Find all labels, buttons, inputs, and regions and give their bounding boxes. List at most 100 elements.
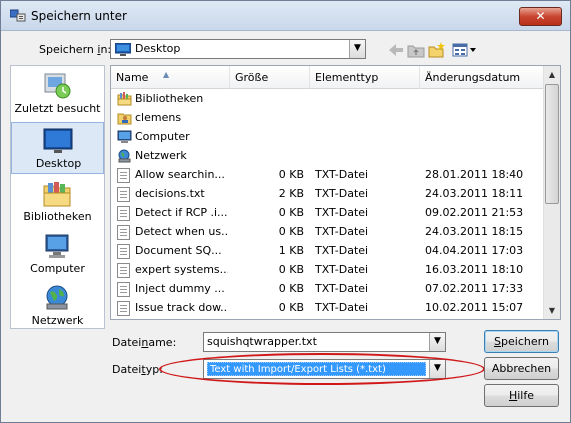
annotation-ellipse — [159, 353, 485, 385]
file-size: 2 KB — [278, 187, 304, 200]
file-name: Inject dummy ... — [135, 282, 225, 295]
file-name: Allow searchin... — [135, 168, 225, 181]
network-icon — [117, 149, 132, 163]
text-file-icon — [117, 206, 130, 221]
file-size: 0 KB — [278, 206, 304, 219]
list-item[interactable]: Computer — [111, 128, 544, 147]
filename-value[interactable]: squishqtwrapper.txt — [207, 335, 317, 348]
save-as-dialog: Speichern unter ✕ Speichern in: Desktop … — [0, 0, 571, 423]
text-file-icon — [117, 263, 130, 278]
file-type: TXT-Datei — [315, 225, 369, 238]
file-type: TXT-Datei — [315, 282, 369, 295]
file-name: Computer — [135, 130, 190, 143]
save-in-value: Desktop — [135, 42, 181, 55]
file-date: 07.02.2011 17:33 — [425, 282, 524, 295]
file-date: 24.03.2011 18:15 — [425, 225, 524, 238]
window-title: Speichern unter — [31, 9, 127, 23]
place-label: Desktop — [35, 157, 82, 170]
file-date: 24.03.2011 18:11 — [425, 187, 524, 200]
list-item[interactable]: clemens — [111, 109, 544, 128]
place-recent[interactable]: Zuletzt besucht — [11, 68, 104, 120]
list-item[interactable]: decisions.txt 2 KB TXT-Datei 24.03.2011 18:… — [111, 185, 544, 204]
network-icon — [46, 285, 68, 310]
desktop-icon — [115, 43, 131, 56]
list-item[interactable]: Netzwerk — [111, 147, 544, 166]
list-item[interactable]: Inject dummy ... 0 KB TXT-Datei 07.02.2011 … — [111, 280, 544, 299]
column-header-name[interactable]: ▲ Name — [111, 66, 230, 89]
list-item[interactable]: Issue track dow... 0 KB TXT-Datei 10.02.201… — [111, 299, 544, 318]
file-date: 09.02.2011 21:53 — [425, 206, 524, 219]
column-header-type[interactable]: Elementtyp — [310, 66, 420, 89]
save-button[interactable]: Speichern — [484, 330, 559, 353]
view-menu-icon[interactable] — [452, 42, 478, 58]
file-name: clemens — [135, 111, 182, 124]
file-name: Detect when us... — [135, 225, 228, 238]
filename-input[interactable]: squishqtwrapper.txt ▼ — [203, 332, 446, 352]
save-in-label: Speichern in: — [39, 43, 112, 56]
list-item[interactable]: Detect if RCP .i... 0 KB TXT-Datei 09.02.20… — [111, 204, 544, 223]
file-type: TXT-Datei — [315, 244, 369, 257]
places-bar: Zuletzt besucht Desktop Bibliotheken Com… — [10, 65, 105, 329]
place-libraries[interactable]: Bibliotheken — [11, 176, 104, 228]
file-type: TXT-Datei — [315, 168, 369, 181]
scroll-thumb[interactable] — [545, 84, 559, 204]
save-dialog-icon — [10, 9, 26, 22]
file-list-header: ▲ Name Größe Elementtyp Änderungsdatum — [111, 66, 544, 89]
scroll-up-icon[interactable]: ▲ — [544, 66, 560, 83]
list-item[interactable]: Document SQ... 1 KB TXT-Datei 04.04.2011 17… — [111, 242, 544, 261]
file-type: TXT-Datei — [315, 187, 369, 200]
file-name: expert systems... — [135, 263, 228, 276]
up-folder-icon[interactable] — [407, 42, 425, 58]
column-header-size[interactable]: Größe — [230, 66, 310, 89]
text-file-icon — [117, 244, 130, 259]
column-header-date[interactable]: Änderungsdatum — [420, 66, 544, 89]
list-item[interactable]: Detect when us... 0 KB TXT-Datei 24.03.2011… — [111, 223, 544, 242]
list-item[interactable]: expert systems... 0 KB TXT-Datei 16.03.2011… — [111, 261, 544, 280]
text-file-icon — [117, 168, 130, 183]
place-label: Computer — [30, 262, 85, 275]
place-computer[interactable]: Computer — [11, 228, 104, 280]
save-in-dropdown[interactable]: Desktop ▼ — [110, 39, 366, 59]
list-item[interactable]: Bibliotheken — [111, 90, 544, 109]
file-date: 04.04.2011 17:03 — [425, 244, 524, 257]
file-name: Issue track dow... — [135, 301, 228, 314]
file-list[interactable]: ▲ Name Größe Elementtyp Änderungsdatum B… — [110, 65, 561, 320]
text-file-icon — [117, 187, 130, 202]
file-size: 0 KB — [278, 168, 304, 181]
vertical-scrollbar[interactable]: ▲ ▼ — [543, 66, 560, 319]
place-network[interactable]: Netzwerk — [11, 280, 104, 332]
scroll-down-icon[interactable]: ▼ — [544, 302, 560, 319]
text-file-icon — [117, 225, 130, 240]
file-date: 10.02.2011 15:07 — [425, 301, 524, 314]
file-size: 0 KB — [278, 301, 304, 314]
file-name: Detect if RCP .i... — [135, 206, 228, 219]
filetype-label: Dateityp: — [112, 363, 163, 376]
chevron-down-icon[interactable]: ▼ — [349, 40, 365, 58]
file-size: 0 KB — [278, 282, 304, 295]
file-name: Netzwerk — [135, 149, 187, 162]
computer-icon — [117, 130, 132, 144]
sort-ascending-icon: ▲ — [163, 70, 170, 79]
close-button[interactable]: ✕ — [519, 7, 562, 26]
place-label: Netzwerk — [31, 314, 84, 327]
file-type: TXT-Datei — [315, 301, 369, 314]
back-icon[interactable] — [387, 42, 405, 58]
chevron-down-icon[interactable]: ▼ — [429, 333, 445, 351]
place-label: Bibliotheken — [23, 210, 92, 223]
text-file-icon — [117, 282, 130, 297]
help-button[interactable]: Hilfe — [484, 384, 559, 407]
file-name: decisions.txt — [135, 187, 205, 200]
file-type: TXT-Datei — [315, 206, 369, 219]
file-size: 1 KB — [278, 244, 304, 257]
list-item[interactable]: Allow searchin... 0 KB TXT-Datei 28.01.2011… — [111, 166, 544, 185]
new-folder-icon[interactable] — [428, 42, 446, 58]
place-desktop[interactable]: Desktop — [11, 122, 104, 174]
text-file-icon — [117, 301, 130, 316]
user-folder-icon — [117, 111, 132, 125]
computer-icon — [45, 234, 69, 258]
file-type: TXT-Datei — [315, 263, 369, 276]
title-bar[interactable]: Speichern unter ✕ — [1, 1, 570, 31]
file-date: 28.01.2011 18:40 — [425, 168, 524, 181]
cancel-button[interactable]: Abbrechen — [484, 357, 559, 380]
file-name: Bibliotheken — [135, 92, 204, 105]
